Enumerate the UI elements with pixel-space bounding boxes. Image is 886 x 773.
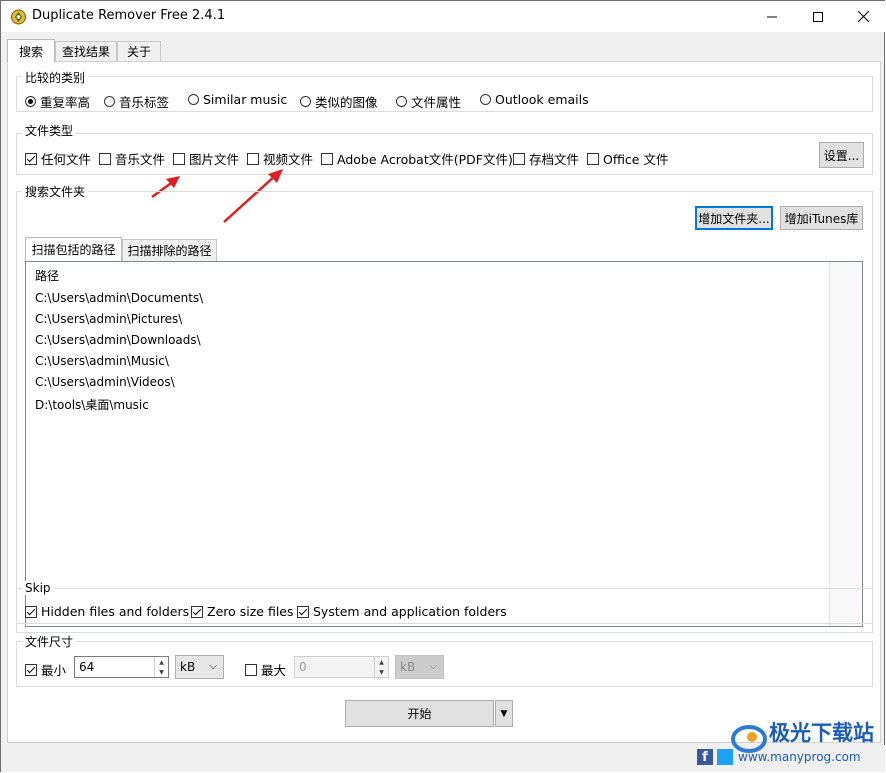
radio-similar-images[interactable]: 类似的图像 bbox=[300, 92, 378, 111]
minimize-button[interactable] bbox=[749, 1, 795, 32]
compare-group-label: 比较的类别 bbox=[22, 69, 89, 86]
title-bar: Duplicate Remover Free 2.4.1 bbox=[1, 1, 885, 32]
checkbox-skip-hidden[interactable]: Hidden files and folders bbox=[25, 604, 189, 619]
spin-up-icon[interactable]: ▲ bbox=[375, 657, 388, 667]
checkbox bbox=[513, 152, 525, 165]
vertical-scrollbar[interactable] bbox=[829, 262, 862, 626]
spinner-arrows[interactable]: ▲ ▼ bbox=[154, 657, 168, 677]
radio-button bbox=[188, 94, 199, 105]
list-item[interactable]: C:\Users\admin\Music\ bbox=[35, 354, 169, 368]
list-item[interactable]: C:\Users\admin\Videos\ bbox=[35, 375, 175, 389]
max-size-spinner[interactable]: 0 ▲ ▼ bbox=[294, 656, 389, 678]
add-folder-button[interactable]: 增加文件夹... bbox=[695, 206, 773, 230]
list-item[interactable]: D:\tools\桌面\music bbox=[35, 396, 149, 413]
checkbox-office-file[interactable]: Office 文件 bbox=[587, 149, 668, 168]
checkbox-image-file[interactable]: 图片文件 bbox=[173, 149, 239, 168]
radio-outlook-emails[interactable]: Outlook emails bbox=[480, 92, 589, 107]
list-item[interactable]: C:\Users\admin\Pictures\ bbox=[35, 312, 182, 326]
checkbox bbox=[99, 152, 111, 165]
watermark-site: 极光下载站 bbox=[769, 721, 874, 745]
max-size-value[interactable]: 0 bbox=[299, 660, 307, 674]
skip-group-label: Skip bbox=[22, 581, 54, 595]
tab-search[interactable]: 搜索 bbox=[7, 39, 55, 62]
close-icon bbox=[857, 11, 869, 22]
tab-include-paths[interactable]: 扫描包括的路径 bbox=[25, 237, 122, 261]
add-itunes-button[interactable]: 增加iTunes库 bbox=[780, 206, 863, 230]
facebook-icon[interactable]: f bbox=[697, 749, 713, 765]
checkbox bbox=[245, 663, 257, 676]
radio-button bbox=[104, 96, 115, 107]
chevron-down-icon: ⌵ bbox=[429, 661, 437, 672]
checkbox bbox=[191, 605, 203, 618]
min-unit-select[interactable]: kB ⌵ bbox=[175, 655, 224, 679]
path-column-header[interactable]: 路径 bbox=[35, 267, 59, 284]
radio-button bbox=[300, 96, 311, 107]
checkbox bbox=[173, 152, 185, 165]
list-item[interactable]: C:\Users\admin\Downloads\ bbox=[35, 333, 201, 347]
checkbox-archive-file[interactable]: 存档文件 bbox=[513, 149, 579, 168]
radio-file-attributes[interactable]: 文件属性 bbox=[396, 92, 461, 111]
minimize-icon bbox=[767, 16, 777, 17]
min-size-spinner[interactable]: 64 ▲ ▼ bbox=[74, 656, 169, 678]
radio-similar-music[interactable]: Similar music bbox=[188, 92, 287, 107]
checkbox bbox=[25, 605, 37, 618]
radio-button bbox=[25, 96, 36, 107]
paths-list[interactable]: 路径 C:\Users\admin\Documents\ C:\Users\ad… bbox=[25, 261, 863, 627]
checkbox-max-size[interactable]: 最大 bbox=[245, 660, 286, 679]
max-unit-select[interactable]: kB ⌵ bbox=[395, 655, 444, 679]
folders-group-label: 搜索文件夹 bbox=[22, 183, 89, 200]
maximize-icon bbox=[813, 11, 823, 22]
tab-about[interactable]: 关于 bbox=[117, 41, 161, 61]
watermark-url[interactable]: www.manyprog.com bbox=[738, 750, 861, 764]
radio-duplicate[interactable]: 重复率高 bbox=[25, 92, 90, 111]
start-button[interactable]: 开始 bbox=[345, 700, 494, 727]
app-logo-icon bbox=[11, 9, 26, 25]
window-title: Duplicate Remover Free 2.4.1 bbox=[32, 8, 226, 23]
checkbox bbox=[297, 605, 309, 618]
chevron-down-icon: ⌵ bbox=[209, 661, 217, 672]
checkbox bbox=[587, 152, 599, 165]
app-window: Duplicate Remover Free 2.4.1 搜索 查找结果 关于 … bbox=[0, 0, 885, 772]
checkbox-music-file[interactable]: 音乐文件 bbox=[99, 149, 165, 168]
checkbox-min-size[interactable]: 最小 bbox=[25, 660, 66, 679]
filesize-group-label: 文件尺寸 bbox=[22, 633, 77, 650]
chevron-down-icon: ▼ bbox=[500, 708, 508, 719]
close-button[interactable] bbox=[840, 1, 886, 32]
spin-down-icon[interactable]: ▼ bbox=[155, 667, 168, 677]
tab-results[interactable]: 查找结果 bbox=[55, 41, 117, 61]
maximize-button[interactable] bbox=[795, 1, 841, 32]
checkbox bbox=[247, 152, 259, 165]
tab-exclude-paths[interactable]: 扫描排除的路径 bbox=[122, 239, 217, 261]
checkbox-video-file[interactable]: 视频文件 bbox=[247, 149, 313, 168]
checkbox-skip-zero-size[interactable]: Zero size files bbox=[191, 604, 294, 619]
checkbox bbox=[25, 663, 37, 676]
checkbox-skip-system[interactable]: System and application folders bbox=[297, 604, 507, 619]
radio-music-tags[interactable]: 音乐标签 bbox=[104, 92, 169, 111]
radio-button bbox=[396, 96, 407, 107]
checkbox-pdf-file[interactable]: Adobe Acrobat文件(PDF文件) bbox=[321, 149, 513, 168]
min-size-value[interactable]: 64 bbox=[79, 660, 94, 674]
checkbox-any-file[interactable]: 任何文件 bbox=[25, 149, 91, 168]
spinner-arrows[interactable]: ▲ ▼ bbox=[374, 657, 388, 677]
filetypes-group-label: 文件类型 bbox=[22, 122, 77, 139]
spin-up-icon[interactable]: ▲ bbox=[155, 657, 168, 667]
settings-button[interactable]: 设置... bbox=[819, 142, 864, 168]
list-item[interactable]: C:\Users\admin\Documents\ bbox=[35, 291, 203, 305]
checkbox bbox=[25, 152, 37, 165]
radio-button bbox=[480, 94, 491, 105]
spin-down-icon[interactable]: ▼ bbox=[375, 667, 388, 677]
search-page: 比较的类别 重复率高 音乐标签 Similar music 类似的图像 文件属性… bbox=[7, 61, 881, 743]
checkbox bbox=[321, 152, 333, 165]
start-dropdown-button[interactable]: ▼ bbox=[495, 700, 513, 727]
status-bar: f 极光下载站 www.manyprog.com bbox=[1, 721, 885, 772]
